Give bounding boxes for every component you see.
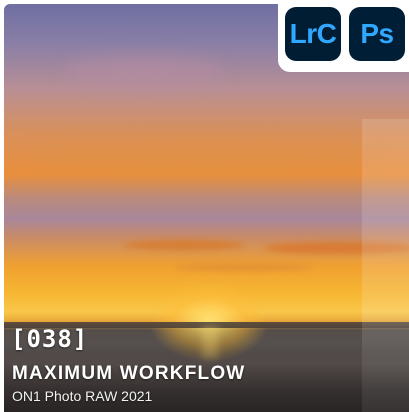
episode-number: [038] bbox=[11, 325, 89, 353]
photoshop-icon: Ps bbox=[349, 7, 405, 61]
cloud bbox=[34, 144, 374, 168]
cloud bbox=[124, 240, 244, 250]
video-title: MAXIMUM WORKFLOW bbox=[12, 363, 246, 384]
cloud bbox=[64, 56, 224, 86]
photoshop-label: Ps bbox=[360, 18, 394, 49]
cloud bbox=[174, 264, 314, 271]
lightroom-classic-icon: LrC bbox=[285, 7, 341, 61]
video-subtitle: ON1 Photo RAW 2021 bbox=[12, 388, 153, 404]
lightroom-classic-label: LrC bbox=[289, 18, 337, 49]
app-badges-panel: LrC Ps bbox=[278, 0, 409, 72]
